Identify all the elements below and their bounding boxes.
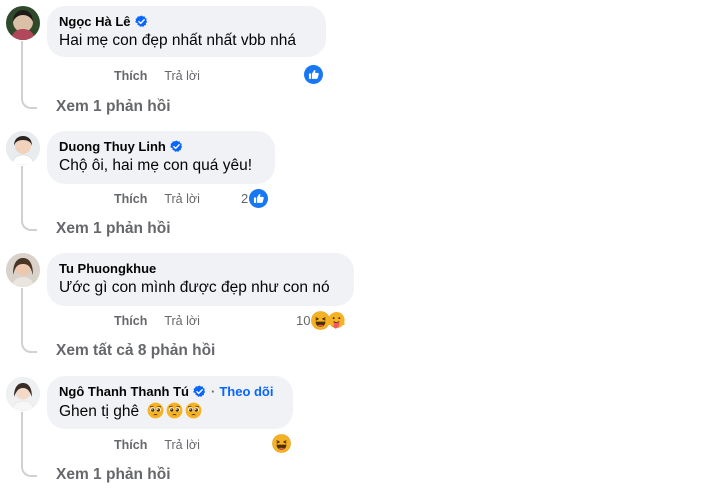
- comment-bubble: Tu Phuongkhue Ước gì con mình được đẹp n…: [47, 253, 354, 306]
- thread-connector: [21, 41, 37, 109]
- comment-actions: Thích Trả lời: [114, 314, 200, 328]
- reply-button[interactable]: Trả lời: [164, 192, 200, 206]
- avatar[interactable]: [6, 131, 40, 165]
- thread-connector: [21, 288, 37, 353]
- reaction-summary[interactable]: 2: [241, 189, 268, 208]
- like-button[interactable]: Thích: [114, 69, 147, 83]
- author-name[interactable]: Ngọc Hà Lê: [59, 14, 131, 29]
- comment-bubble: Ngô Thanh Thanh Tú · Theo dõi Ghen tị gh…: [47, 376, 293, 429]
- separator-dot: ·: [210, 384, 216, 399]
- verified-badge-icon: [170, 140, 183, 153]
- author-name[interactable]: Tu Phuongkhue: [59, 261, 156, 276]
- comment-text: Ước gì con mình được đẹp như con nó: [59, 279, 330, 296]
- author-name-row: Tu Phuongkhue: [59, 261, 342, 276]
- pleading-face-icon: [147, 402, 164, 419]
- avatar[interactable]: [6, 6, 40, 40]
- reply-button[interactable]: Trả lời: [164, 438, 200, 452]
- reaction-summary[interactable]: [272, 434, 291, 453]
- thread-connector: [21, 166, 37, 231]
- author-name-row: Ngọc Hà Lê: [59, 14, 314, 29]
- comment-text: Chộ ôi, hai mẹ con quá yêu!: [59, 157, 253, 174]
- author-name[interactable]: Ngô Thanh Thanh Tú: [59, 384, 189, 399]
- haha-icon: [272, 434, 291, 453]
- avatar[interactable]: [6, 377, 40, 411]
- view-replies-link[interactable]: Xem tất cả 8 phản hồi: [56, 342, 215, 360]
- author-name[interactable]: Duong Thuy Linh: [59, 139, 166, 154]
- verified-badge-icon: [135, 15, 148, 28]
- avatar[interactable]: [6, 253, 40, 287]
- comment-actions: Thích Trả lời: [114, 438, 200, 452]
- verified-badge-icon: [193, 385, 206, 398]
- view-replies-link[interactable]: Xem 1 phản hồi: [56, 98, 171, 116]
- comment-actions: Thích Trả lời: [114, 192, 200, 206]
- like-icon: [249, 189, 268, 208]
- reaction-count: 10: [296, 313, 311, 328]
- pleading-face-icon: [185, 402, 202, 419]
- like-button[interactable]: Thích: [114, 314, 147, 328]
- like-button[interactable]: Thích: [114, 192, 147, 206]
- comment-actions: Thích Trả lời: [114, 69, 200, 83]
- author-name-row: Ngô Thanh Thanh Tú · Theo dõi: [59, 384, 281, 399]
- reaction-summary[interactable]: [304, 65, 323, 84]
- follow-button[interactable]: Theo dõi: [219, 384, 273, 399]
- reaction-count: 2: [241, 191, 249, 206]
- reply-button[interactable]: Trả lời: [164, 314, 200, 328]
- comment-bubble: Duong Thuy Linh Chộ ôi, hai mẹ con quá y…: [47, 131, 275, 184]
- comment-text: Ghen tị ghê: [59, 402, 281, 421]
- pleading-face-icon: [166, 402, 183, 419]
- reaction-summary[interactable]: 10: [296, 311, 346, 330]
- like-icon: [304, 65, 323, 84]
- reply-button[interactable]: Trả lời: [164, 69, 200, 83]
- thread-connector: [21, 412, 37, 477]
- comment-text: Hai mẹ con đẹp nhất nhất vbb nhá: [59, 32, 296, 49]
- like-button[interactable]: Thích: [114, 438, 147, 452]
- view-replies-link[interactable]: Xem 1 phản hồi: [56, 220, 171, 238]
- author-name-row: Duong Thuy Linh: [59, 139, 263, 154]
- comment-text-body: Ghen tị ghê: [59, 403, 140, 420]
- care-icon: [327, 311, 346, 330]
- view-replies-link[interactable]: Xem 1 phản hồi: [56, 466, 171, 484]
- comment-bubble: Ngọc Hà Lê Hai mẹ con đẹp nhất nhất vbb …: [47, 6, 326, 57]
